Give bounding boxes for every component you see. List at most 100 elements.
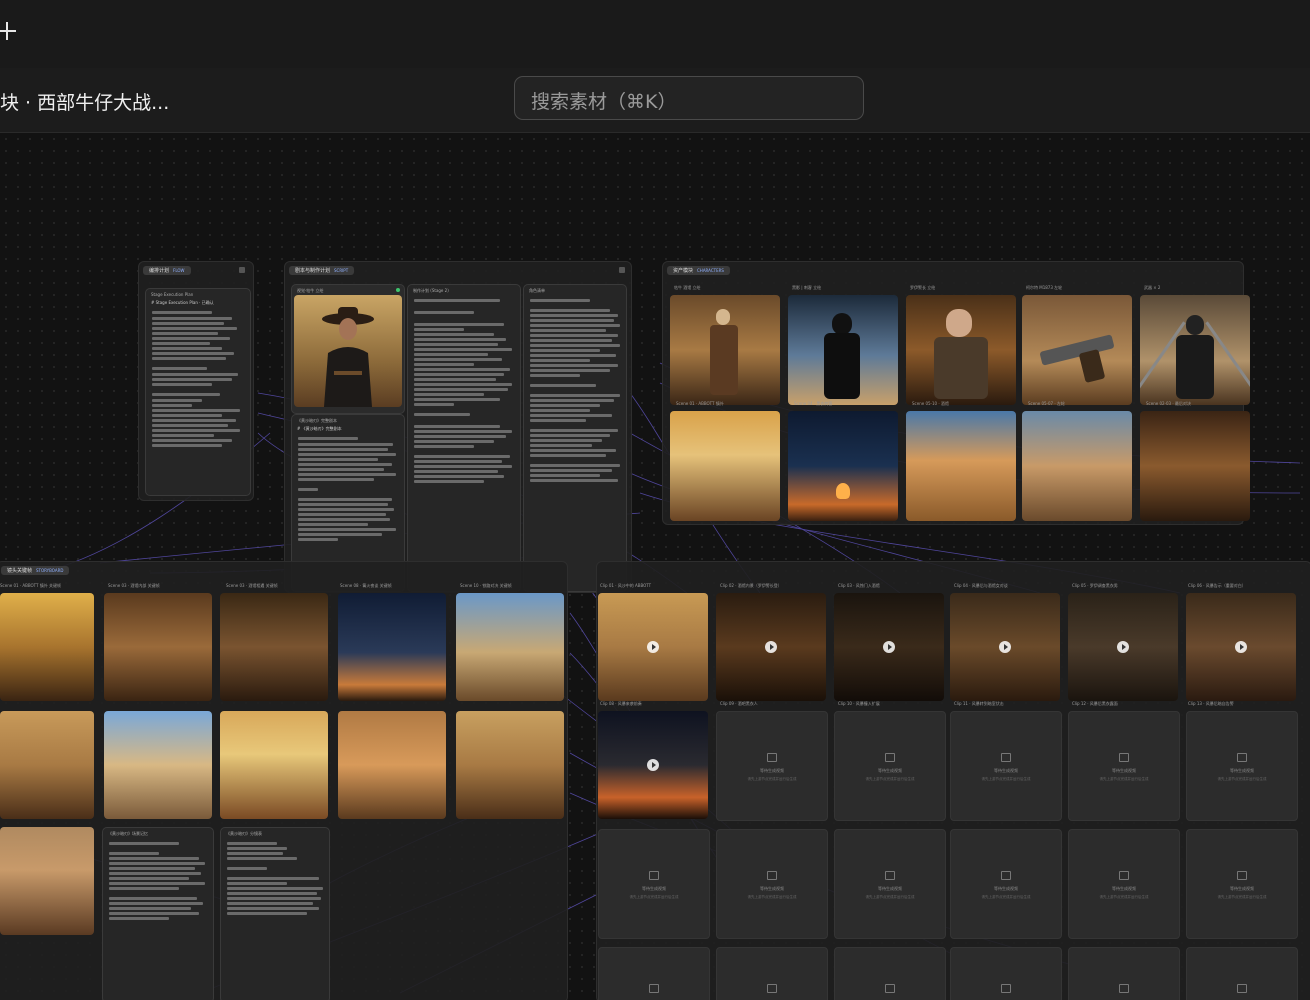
clip-13-placeholder[interactable]: 等待生成视频 请先上游节点完成并运行后生成 bbox=[598, 829, 710, 939]
more-icon[interactable] bbox=[239, 267, 245, 273]
clip-2-video[interactable] bbox=[716, 593, 826, 701]
node-canvas[interactable]: 编排计划 FLOW Stage Execution Plan # Stage Ex… bbox=[0, 133, 1310, 1000]
clip-4-video[interactable] bbox=[950, 593, 1060, 701]
flow-group-header[interactable]: 编排计划 FLOW bbox=[143, 266, 191, 275]
clip-23-placeholder[interactable] bbox=[1068, 947, 1180, 1000]
keyframe-7-image[interactable] bbox=[104, 711, 212, 819]
clip-9-placeholder[interactable]: 等待生成视频 请先上游节点完成并运行后生成 bbox=[834, 711, 946, 821]
ninja-portrait-image[interactable] bbox=[788, 295, 898, 405]
placeholder-hint: 请先上游节点完成并运行后生成 bbox=[1217, 776, 1267, 781]
keyframe-4-image[interactable] bbox=[338, 593, 446, 701]
script-group[interactable]: 剧本与制作计划 SCRIPT 视觉·牯牛 立绘 《黄沙暗刃》完整剧本 # 《黄沙暗… bbox=[284, 261, 632, 593]
clip-21-placeholder[interactable] bbox=[834, 947, 946, 1000]
play-icon[interactable] bbox=[647, 759, 659, 771]
scene-caption-3: Scene 05-10 · 酒馆 bbox=[912, 401, 949, 406]
stage-plan-heading: # Stage Execution Plan · 已确认 bbox=[151, 300, 214, 305]
production-plan-node[interactable]: 制作计划 (Stage 2) bbox=[407, 284, 521, 592]
character-portrait-node[interactable]: 视觉·牯牛 立绘 bbox=[291, 284, 405, 414]
placeholder-title: 等待生成视频 bbox=[878, 768, 902, 774]
keyframe-3-image[interactable] bbox=[220, 593, 328, 701]
canyon-path-image[interactable] bbox=[906, 411, 1016, 521]
clip-12-placeholder[interactable]: 等待生成视频 请先上游节点完成并运行后生成 bbox=[1186, 711, 1298, 821]
clip-title-12: Clip 13 · 风暴后暗自告警 bbox=[1188, 701, 1234, 706]
play-icon[interactable] bbox=[647, 641, 659, 653]
clip-5-video[interactable] bbox=[1068, 593, 1178, 701]
campfire-night-image[interactable] bbox=[788, 411, 898, 521]
placeholder-hint: 请先上游节点完成并运行后生成 bbox=[865, 894, 915, 899]
film-icon bbox=[1119, 753, 1129, 763]
clip-6-video[interactable] bbox=[1186, 593, 1296, 701]
sheriff-portrait-image[interactable] bbox=[906, 295, 1016, 405]
clip-7-video[interactable] bbox=[598, 711, 708, 819]
clip-1-video[interactable] bbox=[598, 593, 708, 701]
keyframe-8-image[interactable] bbox=[220, 711, 328, 819]
clip-title-11: Clip 12 · 风暴后黑衣露面 bbox=[1072, 701, 1118, 706]
flow-group-tag: FLOW bbox=[173, 268, 185, 273]
scene-caption-1: Scene 01 · ABBOTT 镇外 bbox=[676, 401, 724, 406]
shot-list-node[interactable]: 《黄沙暗刃》分镜表 bbox=[220, 827, 330, 1000]
clip-20-placeholder[interactable] bbox=[716, 947, 828, 1000]
film-icon bbox=[1237, 753, 1247, 763]
production-plan-title: 制作计划 (Stage 2) bbox=[413, 288, 449, 293]
clip-10-placeholder[interactable]: 等待生成视频 请先上游节点完成并运行后生成 bbox=[950, 711, 1062, 821]
keyframe-2-image[interactable] bbox=[104, 593, 212, 701]
play-icon[interactable] bbox=[1235, 641, 1247, 653]
film-icon bbox=[1001, 984, 1011, 993]
stage-plan-node[interactable]: Stage Execution Plan # Stage Execution P… bbox=[145, 288, 251, 496]
clip-24-placeholder[interactable] bbox=[1186, 947, 1298, 1000]
clip-11-placeholder[interactable]: 等待生成视频 请先上游节点完成并运行后生成 bbox=[1068, 711, 1180, 821]
scene-memory-node[interactable]: 《黄沙暗刃》场景记忆 bbox=[102, 827, 214, 1000]
flow-group[interactable]: 编排计划 FLOW Stage Execution Plan # Stage Ex… bbox=[138, 261, 254, 501]
character-list-node[interactable]: 角色清单 bbox=[523, 284, 627, 592]
search-input[interactable]: 搜索素材（⌘K） bbox=[514, 76, 864, 120]
clip-22-placeholder[interactable] bbox=[950, 947, 1062, 1000]
storyboard-title-1: Scene 01 · ABBOTT 镇外 关键帧 bbox=[0, 583, 62, 588]
char-title-4: 柯尔特 M1873 左轮 bbox=[1026, 285, 1063, 290]
project-title[interactable]: 块 · 西部牛仔大战... bbox=[0, 88, 169, 115]
keyframe-1-image[interactable] bbox=[0, 593, 94, 701]
shot-list-title: 《黄沙暗刃》分镜表 bbox=[226, 831, 262, 836]
film-icon bbox=[1001, 871, 1011, 881]
more-icon[interactable] bbox=[619, 267, 625, 273]
placeholder-hint: 请先上游节点完成并运行后生成 bbox=[981, 894, 1031, 899]
character-portrait-title: 视觉·牯牛 立绘 bbox=[297, 288, 324, 293]
keyframe-10-image[interactable] bbox=[456, 711, 564, 819]
storyboard-title-5: Scene 10 · 铁路对决 关键帧 bbox=[460, 583, 512, 588]
search-placeholder: 搜索素材（⌘K） bbox=[531, 91, 677, 113]
project-header: 块 · 西部牛仔大战... 搜索素材（⌘K） bbox=[0, 68, 1310, 133]
clip-18-placeholder[interactable]: 等待生成视频 请先上游节点完成并运行后生成 bbox=[1186, 829, 1298, 939]
film-icon bbox=[1001, 753, 1011, 763]
placeholder-hint: 请先上游节点完成并运行后生成 bbox=[1099, 776, 1149, 781]
saloon-interior-image[interactable] bbox=[1140, 411, 1250, 521]
keyframe-5-image[interactable] bbox=[456, 593, 564, 701]
clip-3-video[interactable] bbox=[834, 593, 944, 701]
placeholder-title: 等待生成视频 bbox=[994, 886, 1018, 892]
cowboy-portrait-image[interactable] bbox=[294, 295, 402, 407]
swords-image[interactable] bbox=[1140, 295, 1250, 405]
play-icon[interactable] bbox=[999, 641, 1011, 653]
characters-group-header[interactable]: 资产模块 CHARACTERS bbox=[667, 266, 730, 275]
storyboard-group-tag: STORYBOARD bbox=[36, 568, 64, 573]
play-icon[interactable] bbox=[883, 641, 895, 653]
play-icon[interactable] bbox=[765, 641, 777, 653]
western-street-image[interactable] bbox=[1022, 411, 1132, 521]
storyboard-title-4: Scene 08 · 篝火夜谈 关键帧 bbox=[340, 583, 392, 588]
town-sandstorm-image[interactable] bbox=[670, 411, 780, 521]
clip-8-placeholder[interactable]: 等待生成视频 请先上游节点完成并运行后生成 bbox=[716, 711, 828, 821]
script-group-header[interactable]: 剧本与制作计划 SCRIPT bbox=[289, 266, 355, 275]
top-bar bbox=[0, 0, 1310, 68]
clip-17-placeholder[interactable]: 等待生成视频 请先上游节点完成并运行后生成 bbox=[1068, 829, 1180, 939]
keyframe-11-image[interactable] bbox=[0, 827, 94, 935]
new-tab-plus-icon[interactable] bbox=[0, 22, 16, 40]
revolver-image[interactable] bbox=[1022, 295, 1132, 405]
clip-15-placeholder[interactable]: 等待生成视频 请先上游节点完成并运行后生成 bbox=[834, 829, 946, 939]
keyframe-6-image[interactable] bbox=[0, 711, 94, 819]
bartender-portrait-image[interactable] bbox=[670, 295, 780, 405]
storyboard-group-header[interactable]: 镜头关键帧 STORYBOARD bbox=[1, 566, 70, 575]
clip-14-placeholder[interactable]: 等待生成视频 请先上游节点完成并运行后生成 bbox=[716, 829, 828, 939]
scene-caption-2: Scene 04 · 黑衣刺客 bbox=[794, 401, 833, 406]
clip-16-placeholder[interactable]: 等待生成视频请先上游节点完成并运行后生成 bbox=[950, 829, 1062, 939]
clip-19-placeholder[interactable] bbox=[598, 947, 710, 1000]
play-icon[interactable] bbox=[1117, 641, 1129, 653]
keyframe-9-image[interactable] bbox=[338, 711, 446, 819]
